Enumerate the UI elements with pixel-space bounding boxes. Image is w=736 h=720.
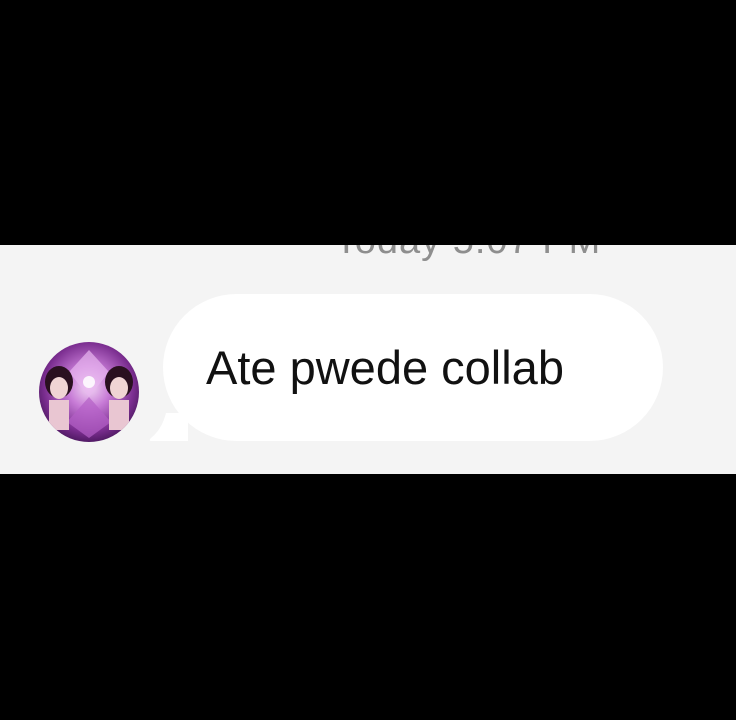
profile-avatar-icon[interactable] — [39, 342, 139, 442]
message-text: Ate pwede collab — [206, 341, 564, 394]
message-timestamp: Today 5:07 PM — [0, 245, 736, 264]
chat-thread[interactable]: Today 5:07 PM — [0, 245, 736, 474]
message-bubble[interactable]: Ate pwede collab — [163, 294, 663, 441]
avatar-image — [39, 342, 139, 442]
screenshot-frame: Today 5:07 PM — [0, 0, 736, 720]
